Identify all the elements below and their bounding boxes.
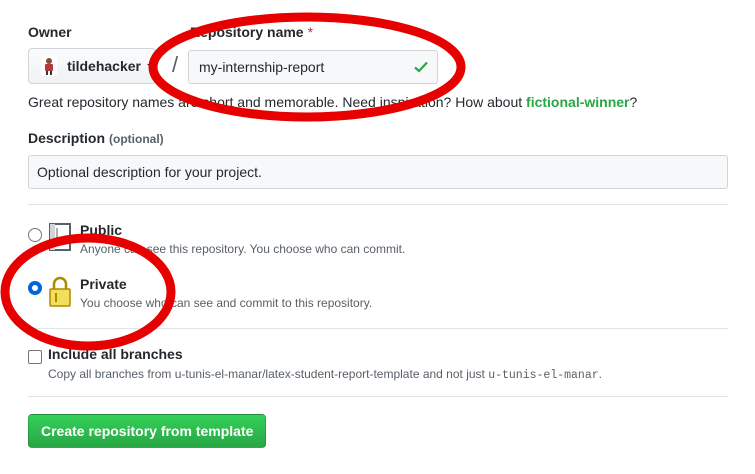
check-icon — [414, 61, 428, 73]
create-repository-button[interactable]: Create repository from template — [28, 414, 267, 448]
repo-public-icon — [49, 223, 71, 251]
section-divider — [28, 328, 728, 329]
section-divider — [28, 396, 728, 397]
public-option-description: Anyone can see this repository. You choo… — [80, 242, 406, 256]
branch-code: u-tunis-el-manar — [488, 369, 599, 382]
owner-label: Owner — [28, 24, 72, 40]
include-all-branches-checkbox[interactable] — [28, 350, 42, 364]
owner-select-button[interactable]: tildehacker — [28, 48, 156, 84]
description-input[interactable]: Optional description for your project. — [28, 155, 728, 189]
owner-username: tildehacker — [67, 58, 141, 74]
public-option-title: Public — [80, 222, 123, 238]
user-avatar — [41, 56, 58, 76]
repository-name-value: my-internship-report — [199, 59, 325, 75]
section-divider — [28, 204, 728, 205]
description-placeholder: Optional description for your project. — [37, 164, 262, 180]
private-option-title: Private — [80, 276, 127, 292]
repository-name-hint: Great repository names are short and mem… — [28, 94, 638, 110]
name-suggestion-link[interactable]: fictional-winner — [526, 94, 629, 110]
private-option-description: You choose who can see and commit to thi… — [80, 296, 373, 310]
private-radio[interactable] — [28, 281, 42, 295]
lock-icon — [49, 276, 71, 307]
repository-name-input[interactable]: my-internship-report — [188, 50, 438, 84]
include-all-branches-label[interactable]: Include all branches — [48, 346, 183, 362]
repository-name-label: Repository name * — [190, 24, 314, 40]
include-all-branches-description: Copy all branches from u-tunis-el-manar/… — [48, 367, 602, 382]
chevron-down-icon — [147, 64, 155, 68]
public-radio[interactable] — [28, 228, 42, 242]
owner-repo-separator: / — [172, 52, 179, 77]
optional-tag: (optional) — [109, 132, 164, 146]
description-label: Description (optional) — [28, 130, 164, 146]
required-marker: * — [307, 24, 314, 40]
